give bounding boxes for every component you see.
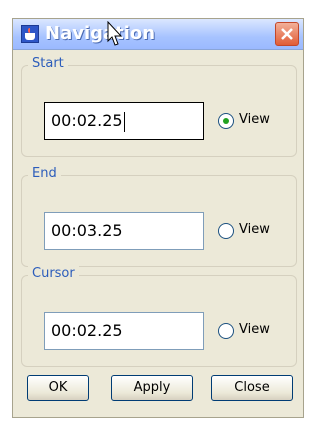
java-app-icon xyxy=(21,25,39,43)
window-title: Navigation xyxy=(45,23,156,44)
end-group-label: End xyxy=(28,166,61,181)
end-group: End 00:03.25 View xyxy=(21,166,297,267)
radio-selected-dot xyxy=(223,118,229,124)
start-group-label: Start xyxy=(28,56,68,71)
end-time-value: 00:03.25 xyxy=(51,221,123,240)
end-time-field[interactable]: 00:03.25 xyxy=(44,212,204,250)
close-window-button[interactable] xyxy=(275,22,299,46)
mouse-pointer-icon xyxy=(107,21,123,46)
apply-button[interactable]: Apply xyxy=(111,375,193,401)
end-view-radio[interactable] xyxy=(218,223,234,239)
start-time-field[interactable]: 00:02.25 xyxy=(44,102,204,140)
cursor-time-value: 00:02.25 xyxy=(51,321,123,340)
start-view-label[interactable]: View xyxy=(239,112,270,127)
text-caret xyxy=(123,111,125,132)
cup-mark xyxy=(25,33,35,40)
end-view-label[interactable]: View xyxy=(239,222,270,237)
close-button[interactable]: Close xyxy=(211,375,293,401)
title-bar[interactable]: Navigation xyxy=(13,19,303,50)
start-group: Start 00:02.25 View xyxy=(21,56,297,157)
cursor-group-label: Cursor xyxy=(28,266,79,281)
ok-button[interactable]: OK xyxy=(27,375,89,401)
navigation-dialog: Navigation Start 00:02.25 View End 00:03… xyxy=(12,18,304,418)
cursor-time-field[interactable]: 00:02.25 xyxy=(44,312,204,350)
start-view-radio[interactable] xyxy=(218,113,234,129)
close-icon xyxy=(281,28,293,40)
cursor-group: Cursor 00:02.25 View xyxy=(21,266,297,367)
start-time-value: 00:02.25 xyxy=(51,111,123,130)
cursor-view-label[interactable]: View xyxy=(239,322,270,337)
cursor-view-radio[interactable] xyxy=(218,323,234,339)
